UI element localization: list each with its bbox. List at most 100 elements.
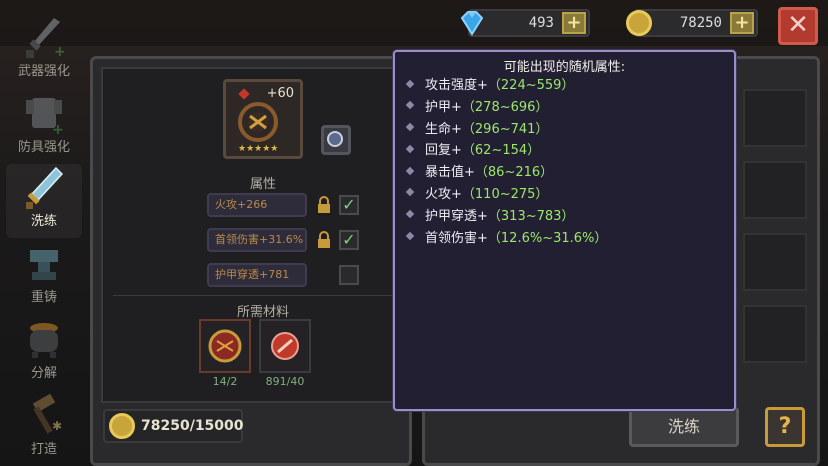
attribute-name: 暴击值+ bbox=[425, 165, 475, 181]
help-button[interactable]: ? bbox=[765, 407, 805, 447]
attribute-checkbox[interactable]: ✓ bbox=[339, 230, 359, 250]
anvil-icon bbox=[30, 250, 58, 280]
armor-icon: + bbox=[26, 98, 64, 136]
top-bar: 493 + 78250 + ✕ bbox=[0, 0, 828, 46]
cauldron-icon bbox=[30, 323, 58, 358]
diamond-bullet-icon bbox=[405, 122, 415, 132]
attribute-name: 生命+ bbox=[425, 121, 462, 137]
attribute-checkbox[interactable]: ✓ bbox=[339, 195, 359, 215]
magnifier-icon bbox=[327, 131, 343, 147]
result-slot bbox=[743, 89, 807, 147]
popup-attribute-row: 生命+（296~741） bbox=[405, 118, 607, 140]
popup-attribute-row: 攻击强度+（224~559） bbox=[405, 74, 607, 96]
attribute-range: （296~741） bbox=[461, 121, 549, 137]
diamond-bullet-icon bbox=[405, 188, 415, 197]
nav-label: 防具强化 bbox=[17, 140, 70, 155]
sword-icon: + bbox=[26, 18, 64, 60]
attribute-name: 火攻+ bbox=[425, 186, 462, 202]
nav-weapon-upgrade[interactable]: + 武器强化 bbox=[6, 14, 82, 88]
nav-label: 武器强化 bbox=[17, 64, 70, 79]
svg-text:✱: ✱ bbox=[52, 419, 62, 433]
gold-count: 78250 bbox=[679, 15, 722, 31]
svg-text:+: + bbox=[52, 122, 64, 136]
material-slot[interactable] bbox=[199, 319, 251, 373]
gold-cost-value: 78250/15000 bbox=[141, 418, 244, 434]
attribute-row: 护甲穿透+781 bbox=[207, 263, 307, 287]
nav-label: 打造 bbox=[30, 442, 57, 457]
gem-count: 493 bbox=[528, 15, 554, 31]
attribute-range: （224~559） bbox=[487, 78, 575, 93]
equipment-slot[interactable]: +60 ★★★★★ bbox=[223, 79, 303, 159]
attribute-range: （86~216） bbox=[474, 165, 554, 181]
equipment-details: +60 ★★★★★ 属性 火攻+266 ✓ 首领伤害+31.6% ✓ 护甲穿透+… bbox=[101, 67, 403, 403]
divider bbox=[113, 295, 395, 296]
attribute-checkbox[interactable] bbox=[339, 265, 359, 285]
popup-attribute-row: 暴击值+（86~216） bbox=[405, 161, 607, 183]
popup-attribute-row: 回复+（62~154） bbox=[405, 139, 607, 161]
gem-counter: 493 + bbox=[460, 9, 590, 37]
inspect-button[interactable] bbox=[321, 125, 351, 155]
attribute-range: （278~696） bbox=[461, 99, 549, 115]
attribute-range: （313~783） bbox=[487, 208, 575, 224]
equipment-panel: +60 ★★★★★ 属性 火攻+266 ✓ 首领伤害+31.6% ✓ 护甲穿透+… bbox=[90, 56, 412, 466]
nav-armor-upgrade[interactable]: + 防具强化 bbox=[6, 90, 82, 164]
popup-attribute-row: 护甲+（278~696） bbox=[405, 96, 607, 118]
gold-counter: 78250 + bbox=[626, 9, 758, 37]
result-slot bbox=[743, 161, 807, 219]
red-rune-stone-icon bbox=[208, 329, 242, 363]
gem-icon bbox=[460, 11, 484, 36]
random-attributes-popup: 可能出现的随机属性: 攻击强度+（224~559） 护甲+（278~696） 生… bbox=[393, 50, 736, 411]
attribute-range: （110~275） bbox=[461, 186, 549, 202]
hammer-icon: ✱ bbox=[32, 394, 62, 434]
refine-button[interactable]: 洗练 bbox=[629, 407, 739, 447]
materials-title: 所需材料 bbox=[236, 305, 289, 320]
gold-coin-icon bbox=[109, 413, 135, 439]
attribute-name: 护甲+ bbox=[425, 99, 462, 115]
item-level: +60 bbox=[266, 86, 294, 101]
side-nav: + 武器强化 + 防具强化 洗练 重铸 分解 ✱ 打造 bbox=[0, 0, 88, 466]
gold-coin-icon bbox=[626, 10, 652, 36]
lock-icon[interactable] bbox=[315, 231, 333, 249]
attribute-name: 回复+ bbox=[425, 143, 462, 159]
attribute-name: 护甲穿透+ bbox=[425, 208, 488, 224]
popup-title: 可能出现的随机属性: bbox=[503, 60, 626, 75]
diamond-bullet-icon bbox=[405, 79, 415, 88]
diamond-bullet-icon bbox=[405, 210, 415, 219]
item-stars: ★★★★★ bbox=[238, 144, 279, 154]
popup-attribute-row: 火攻+（110~275） bbox=[405, 183, 607, 205]
attribute-name: 攻击强度+ bbox=[425, 78, 488, 93]
nav-label: 重铸 bbox=[30, 290, 57, 305]
popup-attribute-row: 首领伤害+（12.6%~31.6%） bbox=[405, 227, 608, 249]
lock-icon[interactable] bbox=[315, 196, 333, 214]
attribute-range: （62~154） bbox=[461, 143, 541, 159]
nav-label: 分解 bbox=[30, 366, 57, 381]
popup-attribute-row: 护甲穿透+（313~783） bbox=[405, 205, 607, 227]
gold-cost: 78250/15000 bbox=[103, 409, 244, 443]
red-scroll-icon bbox=[271, 332, 299, 360]
nav-refine[interactable]: 洗练 bbox=[6, 164, 82, 238]
attributes-title: 属性 bbox=[249, 177, 276, 192]
refine-blade-icon bbox=[26, 166, 64, 209]
close-button[interactable]: ✕ bbox=[778, 7, 818, 45]
diamond-bullet-icon bbox=[405, 166, 415, 175]
result-slot bbox=[743, 305, 807, 363]
nav-label: 洗练 bbox=[30, 214, 57, 229]
material-slot[interactable] bbox=[259, 319, 311, 373]
svg-text:+: + bbox=[54, 44, 64, 60]
diamond-bullet-icon bbox=[405, 101, 415, 110]
material-count: 14/2 bbox=[212, 375, 238, 388]
attribute-row: 火攻+266 bbox=[207, 193, 307, 217]
add-gold-button[interactable]: + bbox=[730, 12, 754, 34]
add-gems-button[interactable]: + bbox=[562, 12, 586, 34]
popup-attribute-list: 攻击强度+（224~559） 护甲+（278~696） 生命+（296~741）… bbox=[405, 74, 608, 249]
attribute-range: （12.6%~31.6%） bbox=[487, 230, 608, 246]
attribute-name: 首领伤害+ bbox=[425, 230, 488, 246]
nav-dismantle[interactable]: 分解 bbox=[6, 316, 82, 390]
nav-craft[interactable]: ✱ 打造 bbox=[6, 392, 82, 466]
diamond-bullet-icon bbox=[405, 231, 415, 241]
nav-reforge[interactable]: 重铸 bbox=[6, 240, 82, 314]
result-slot bbox=[743, 233, 807, 291]
material-count: 891/40 bbox=[265, 375, 305, 388]
diamond-bullet-icon bbox=[405, 144, 415, 154]
attribute-row: 首领伤害+31.6% bbox=[207, 228, 307, 252]
